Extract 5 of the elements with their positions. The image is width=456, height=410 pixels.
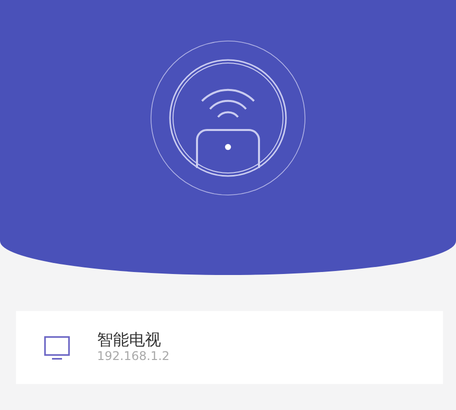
device-name: 智能电视 bbox=[97, 330, 162, 350]
device-address: 192.168.1.2 bbox=[97, 349, 170, 365]
device-card[interactable]: 智能电视 192.168.1.2 bbox=[16, 311, 443, 384]
tv-icon bbox=[44, 336, 70, 360]
wifi-device-icon bbox=[150, 40, 306, 196]
